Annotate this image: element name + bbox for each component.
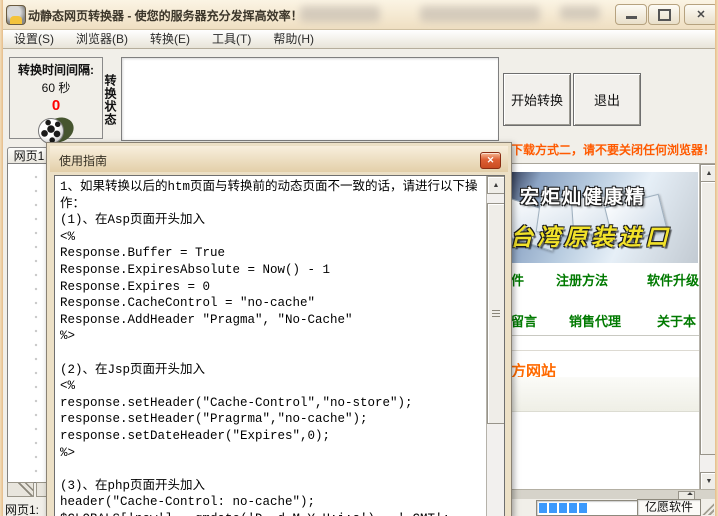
guide-line: (1)、在Asp页面开头加入 [60, 212, 490, 229]
guide-line: Response.Expires = 0 [60, 279, 490, 296]
nav-link-register[interactable]: 注册方法 [556, 270, 608, 289]
guide-line: Response.AddHeader "Pragma", "No-Cache" [60, 312, 490, 329]
scroll-up-icon: ▲ [493, 182, 500, 189]
guide-line: response.setHeader("Pragrma","no-cache")… [60, 411, 490, 428]
exit-button[interactable]: 退出 [573, 73, 641, 126]
minimize-icon [626, 16, 637, 19]
window-title: 动静态网页转换器 - 使您的服务器充分发挥高效率！ [28, 7, 303, 24]
guide-line: (2)、在Jsp页面开头加入 [60, 362, 490, 379]
conversion-status-box [121, 57, 499, 141]
browser-preview: 宏炬灿健康精 台湾原装进口 件 注册方法 软件升级 留言 销售代理 关于本 方网… [508, 163, 718, 490]
soccer-ball [38, 118, 64, 144]
resize-grip-icon[interactable] [701, 502, 714, 515]
guide-line: response.setHeader("Cache-Control","no-s… [60, 395, 490, 412]
guide-line: <% [60, 378, 490, 395]
guide-text: 1、如果转换以后的htm页面与转换前的动态页面不一致的话，请进行以下操作：(1)… [55, 176, 490, 516]
nav-link-upgrade[interactable]: 软件升级 [647, 270, 699, 289]
start-conversion-button[interactable]: 开始转换 [503, 73, 571, 126]
app-icon [6, 5, 26, 25]
site-banner[interactable]: 宏炬灿健康精 台湾原装进口 [510, 172, 698, 263]
guide-line: Response.ExpiresAbsolute = Now() - 1 [60, 262, 490, 279]
dialog-title-bar[interactable]: 使用指南 ✕ [50, 146, 508, 172]
guide-dialog: 使用指南 ✕ 1、如果转换以后的htm页面与转换前的动态页面不一致的话，请进行以… [46, 142, 512, 516]
blurred-region [300, 6, 380, 22]
dialog-title: 使用指南 [59, 152, 107, 169]
status-vertical-label: 转换状态 [103, 74, 119, 126]
maximize-icon [658, 9, 671, 21]
nav-link-about[interactable]: 关于本 [657, 311, 696, 330]
download-notice: 下载方式二，请不要关闭任何浏览器！ [511, 141, 716, 158]
guide-line [60, 345, 490, 362]
guide-line: 作： [60, 196, 490, 213]
nav-link-message[interactable]: 留言 [511, 311, 537, 330]
scroll-down-icon: ▼ [706, 478, 713, 485]
close-icon: ✕ [696, 8, 705, 21]
close-button[interactable]: ✕ [684, 4, 718, 25]
guide-line: <% [60, 229, 490, 246]
brand-label: 亿愿软件 [637, 499, 701, 516]
guide-line: %> [60, 445, 490, 462]
guide-line: $GLOBALS['now'] = gmdate('D, d M Y H:i:s… [60, 511, 490, 516]
guide-line: 1、如果转换以后的htm页面与转换前的动态页面不一致的话，请进行以下操 [60, 179, 490, 196]
nav-link-software[interactable]: 件 [511, 270, 524, 289]
maximize-button[interactable] [648, 4, 680, 25]
banner-title: 宏炬灿健康精 [520, 182, 646, 209]
minimize-button[interactable] [615, 4, 647, 25]
guide-line: response.setDateHeader("Expires",0); [60, 428, 490, 445]
progress-segment [559, 503, 567, 513]
grip-left[interactable] [7, 482, 34, 497]
interval-label: 转换时间间隔: [10, 61, 102, 78]
title-bar[interactable]: 动静态网页转换器 - 使您的服务器充分发挥高效率！ ✕ [0, 0, 718, 30]
menu-browser[interactable]: 浏览器(B) [65, 30, 139, 48]
content-band [509, 377, 699, 412]
window-frame-left [0, 0, 3, 516]
menu-settings[interactable]: 设置(S) [3, 30, 65, 48]
blurred-region [420, 6, 540, 22]
interval-value: 60 秒 [10, 79, 102, 96]
dialog-close-icon: ✕ [487, 155, 495, 166]
dialog-scrollbar[interactable]: ▲ [486, 176, 504, 516]
progress-segment [569, 503, 577, 513]
progress-segment [579, 503, 587, 513]
guide-line: Response.Buffer = True [60, 245, 490, 262]
menu-convert[interactable]: 转换(E) [139, 30, 201, 48]
guide-line: %> [60, 328, 490, 345]
scroll-up-icon: ▲ [706, 170, 713, 177]
nav-link-agency[interactable]: 销售代理 [569, 311, 621, 330]
statusbar-page-label: 网页1: [5, 501, 39, 516]
divider [509, 335, 699, 336]
guide-line: (3)、在php页面开头加入 [60, 478, 490, 495]
app-window: 动静态网页转换器 - 使您的服务器充分发挥高效率！ ✕ 设置(S) 浏览器(B)… [0, 0, 718, 516]
thumb-grip-icon [492, 310, 500, 318]
tab-page1[interactable]: 网页1 [7, 147, 51, 164]
progress-segment [539, 503, 547, 513]
banner-subtitle: 台湾原装进口 [510, 218, 672, 252]
dialog-scrollbar-thumb[interactable] [487, 203, 505, 424]
menu-help[interactable]: 帮助(H) [262, 30, 325, 48]
divider [509, 350, 699, 351]
guide-line: Response.CacheControl = "no-cache" [60, 295, 490, 312]
guide-line: header("Cache-Control: no-cache"); [60, 494, 490, 511]
menu-bar: 设置(S) 浏览器(B) 转换(E) 工具(T) 帮助(H) [3, 30, 715, 49]
guide-line [60, 461, 490, 478]
dialog-close-button[interactable]: ✕ [480, 152, 501, 169]
progress-bar [536, 500, 639, 516]
guide-text-area[interactable]: 1、如果转换以后的htm页面与转换前的动态页面不一致的话，请进行以下操作：(1)… [54, 175, 505, 516]
progress-segment [549, 503, 557, 513]
dialog-scroll-up-button[interactable]: ▲ [487, 176, 505, 194]
menu-tools[interactable]: 工具(T) [201, 30, 262, 48]
interval-panel: 转换时间间隔: 60 秒 0 [9, 57, 103, 139]
conversion-count: 0 [10, 97, 102, 114]
blurred-region [560, 6, 600, 20]
